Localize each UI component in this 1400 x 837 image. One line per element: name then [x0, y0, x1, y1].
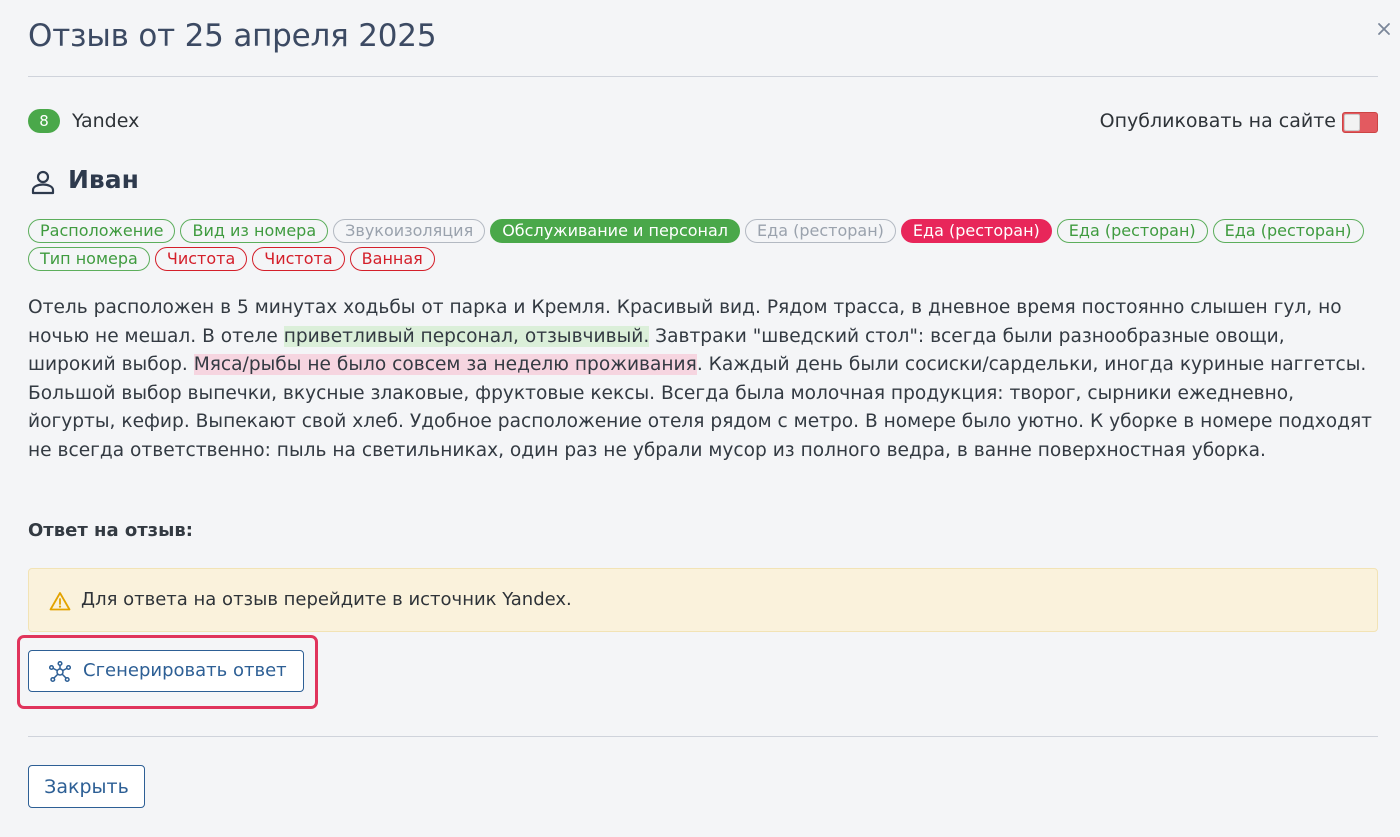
warning-icon — [49, 591, 71, 611]
publish-label: Опубликовать на сайте — [1099, 110, 1336, 132]
source-name: Yandex — [72, 110, 140, 132]
rating-badge: 8 — [28, 109, 60, 133]
reply-alert: Для ответа на отзыв перейдите в источник… — [28, 568, 1378, 632]
tag[interactable]: Еда (ресторан) — [745, 219, 896, 243]
tag[interactable]: Еда (ресторан) — [900, 219, 1052, 243]
modal-title: Отзыв от 25 апреля 2025 — [28, 18, 437, 54]
close-button[interactable]: Закрыть — [28, 765, 145, 808]
review-text: Отель расположен в 5 минутах ходьбы от п… — [28, 294, 1373, 465]
generate-reply-label: Сгенерировать ответ — [83, 660, 287, 681]
header-divider — [28, 76, 1378, 77]
toggle-knob — [1344, 114, 1360, 131]
tag[interactable]: Чистота — [154, 247, 248, 271]
tag[interactable]: Еда (ресторан) — [1056, 219, 1208, 243]
tag[interactable]: Расположение — [28, 219, 176, 243]
tag[interactable]: Чистота — [252, 247, 345, 271]
publish-toggle[interactable] — [1342, 112, 1378, 133]
tag[interactable]: Вид из номера — [180, 219, 329, 243]
review-modal: Отзыв от 25 апреля 2025 8 Yandex Опублик… — [0, 0, 1400, 837]
tag[interactable]: Еда (ресторан) — [1212, 219, 1364, 243]
person-icon — [30, 169, 56, 195]
alert-text: Для ответа на отзыв перейдите в источник… — [81, 589, 572, 610]
tag[interactable]: Ванная — [349, 247, 435, 271]
negative-highlight: Мяса/рыбы не было совсем за неделю прожи… — [193, 354, 697, 375]
topic-tags: Расположение Вид из номера Звукоизоляция… — [28, 219, 1368, 271]
close-icon[interactable] — [1369, 14, 1399, 44]
positive-highlight: приветливый персонал, отзывчивый. — [283, 325, 650, 347]
generate-reply-button[interactable]: Сгенерировать ответ — [28, 650, 304, 692]
tag[interactable]: Звукоизоляция — [333, 219, 486, 243]
footer-divider — [28, 736, 1378, 737]
tag[interactable]: Тип номера — [28, 247, 150, 271]
author-name: Иван — [68, 165, 139, 194]
source-row: 8 Yandex Опубликовать на сайте — [28, 108, 1378, 134]
network-icon — [48, 660, 72, 683]
tag[interactable]: Обслуживание и персонал — [490, 219, 741, 243]
reply-section-label: Ответ на отзыв: — [28, 520, 194, 541]
